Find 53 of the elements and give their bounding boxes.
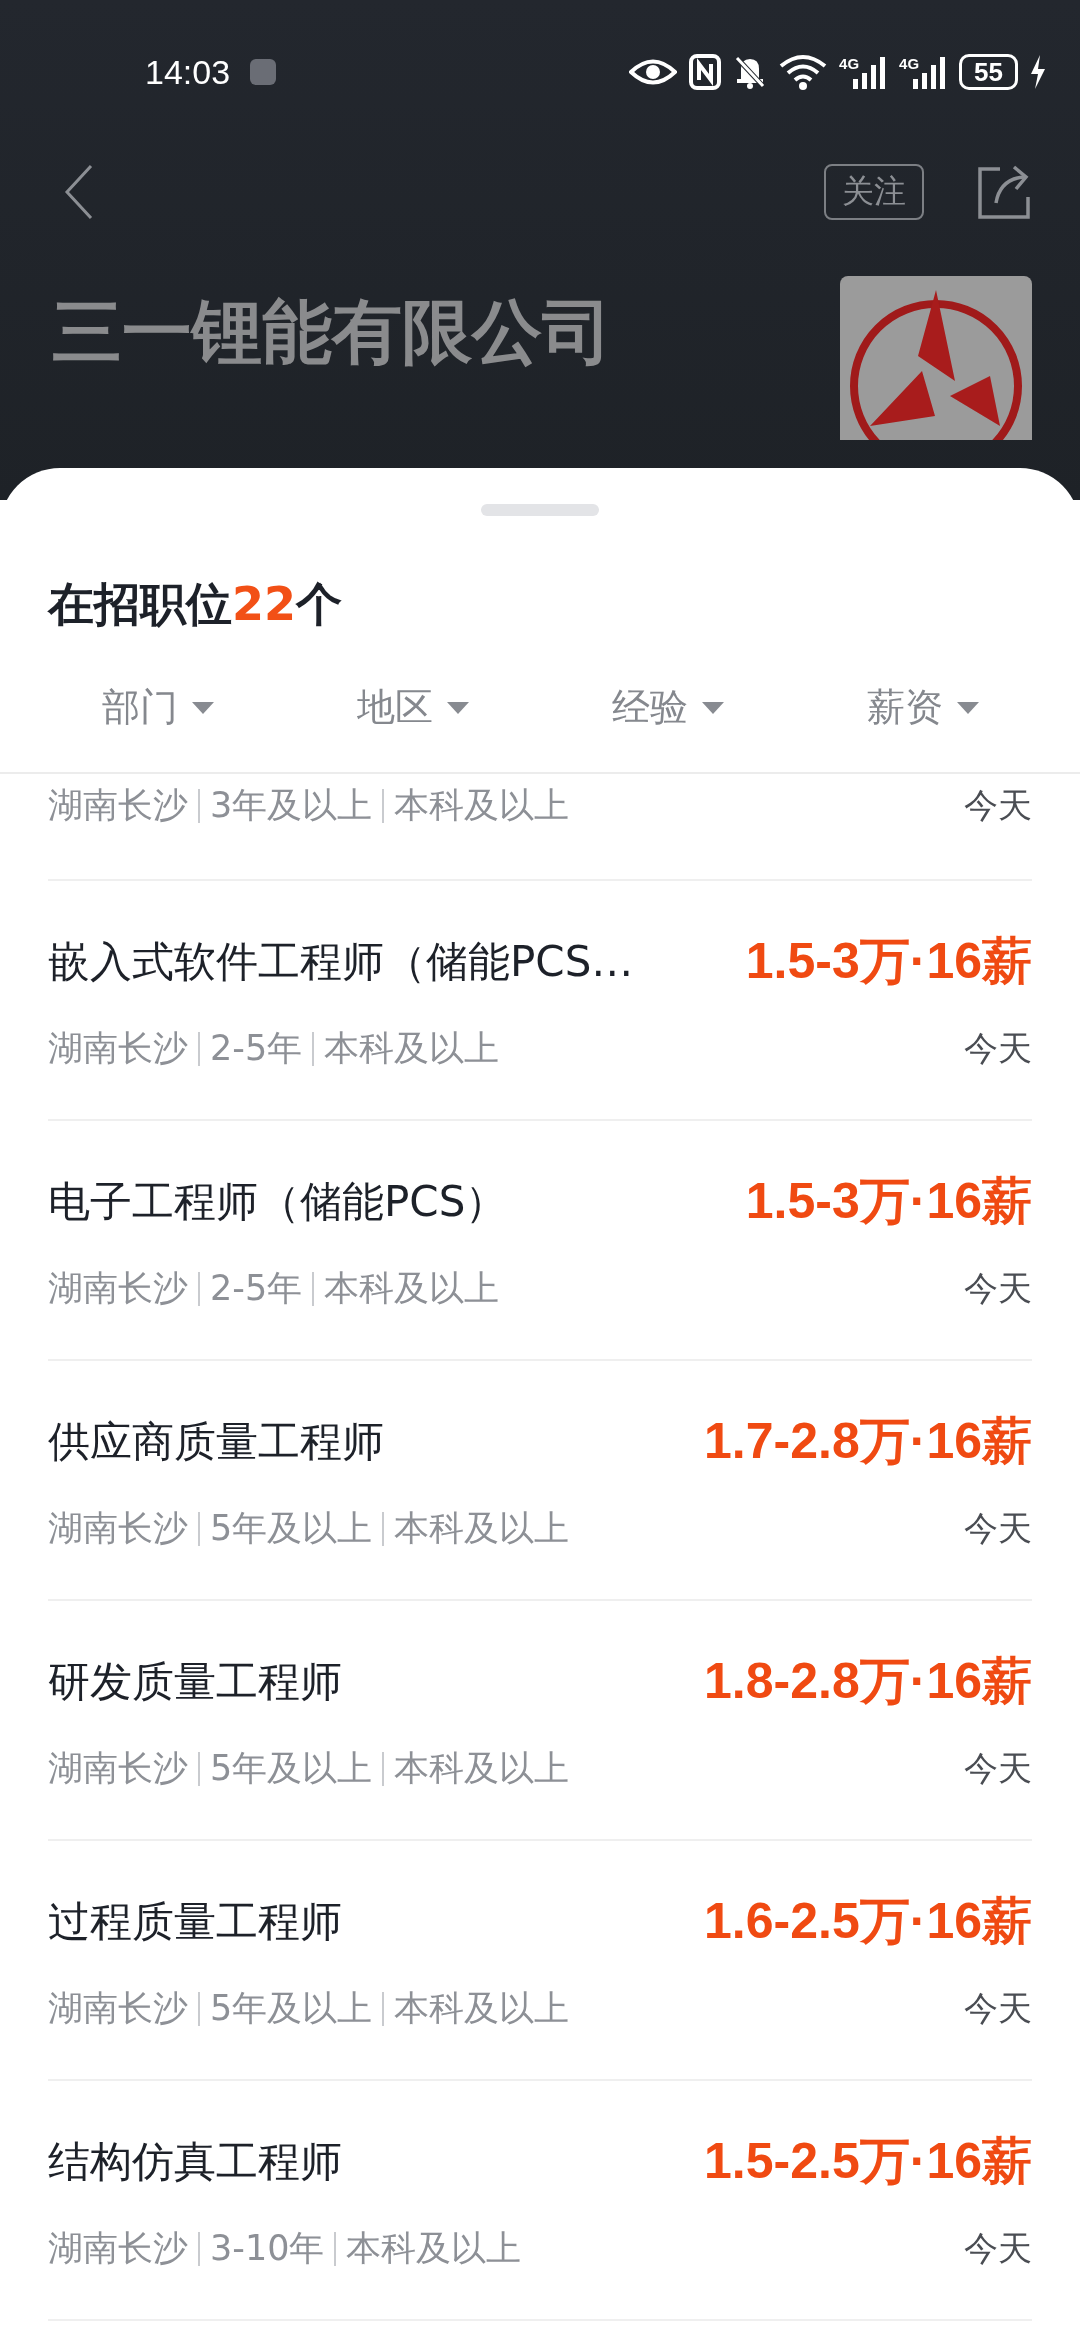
job-title: 嵌入式软件工程师（储能PCS… [48,935,634,988]
job-listing[interactable]: 嵌入式软件工程师（储能PCS… 1.5-3万·16薪 湖南长沙 2-5年 本科及以上 今天 [48,881,1032,1121]
posted-date: 今天 [964,1746,1032,1790]
caret-icon [191,701,214,714]
job-title: 过程质量工程师 [48,1895,342,1948]
network-type: 4G [899,55,920,72]
posted-date: 今天 [964,1026,1032,1070]
job-listing[interactable]: 过程质量工程师 1.6-2.5万·16薪 湖南长沙 5年及以上 本科及以上 今天 [48,1841,1032,2081]
filter-dropdown[interactable]: 薪资 [866,682,979,733]
filter-dropdown[interactable]: 经验 [611,682,724,733]
salary: 1.5-3万·16薪 [745,1172,1032,1231]
posted-date: 今天 [964,2226,1032,2270]
posted-date: 今天 [964,783,1032,827]
follow-button[interactable]: 关注 [824,164,924,220]
salary: 1.6-2.5万·16薪 [704,1892,1032,1951]
drag-handle[interactable] [481,504,599,516]
caret-icon [701,701,724,714]
job-listing[interactable]: 供应商质量工程师 1.7-2.8万·16薪 湖南长沙 5年及以上 本科及以上 今天 [48,1361,1032,1601]
job-listing[interactable]: 电子工程师（储能PCS） 1.5-3万·16薪 湖南长沙 2-5年 本科及以上 今天 [48,1121,1032,1361]
eye-icon [629,57,678,87]
job-listing[interactable]: 结构仿真工程师 1.5-2.5万·16薪 湖南长沙 3-10年 本科及以上 今天 [48,2081,1032,2321]
caret-icon [956,701,979,714]
caret-icon [446,701,469,714]
back-icon[interactable] [64,164,94,220]
job-title: 结构仿真工程师 [48,2135,342,2188]
company-name: 三一锂能有限公司 [52,290,612,375]
job-details: 湖南长沙 5年及以上 本科及以上 [48,1747,570,1790]
job-details: 湖南长沙 3-10年 本科及以上 [48,2227,522,2270]
job-details: 湖南长沙 5年及以上 本科及以上 [48,1507,570,1550]
salary: 1.5-2.5万·16薪 [704,2132,1032,2191]
open-positions-heading: 在招职位22个 [46,576,343,633]
filter-dropdown[interactable]: 地区 [356,682,469,733]
status-time: 14:03 [145,52,231,92]
app-notification-icon [250,59,277,85]
wifi-icon [779,54,828,90]
job-title: 研发质量工程师 [48,1655,342,1708]
job-details: 湖南长沙 2-5年 本科及以上 [48,1027,500,1070]
job-listing[interactable]: 研发质量工程师 1.8-2.8万·16薪 湖南长沙 5年及以上 本科及以上 今天 [48,1601,1032,1841]
job-title: 供应商质量工程师 [48,1415,384,1468]
network-type: 4G [839,55,860,72]
filter-dropdown[interactable]: 部门 [101,682,214,733]
job-title: 电子工程师（储能PCS） [48,1175,508,1228]
salary: 1.5-3万·16薪 [745,932,1032,991]
salary: 1.8-2.8万·16薪 [704,1652,1032,1711]
salary: 1.7-2.8万·16薪 [704,1412,1032,1471]
battery-indicator: 55 [959,54,1018,90]
job-details: 湖南长沙 2-5年 本科及以上 [48,1267,500,1310]
posted-date: 今天 [964,1266,1032,1310]
job-details: 湖南长沙 5年及以上 本科及以上 [48,1987,570,2030]
posted-date: 今天 [964,1506,1032,1550]
posted-date: 今天 [964,1986,1032,2030]
nfc-icon [689,54,722,90]
job-details: 湖南长沙 3年及以上 本科及以上 [48,784,570,827]
